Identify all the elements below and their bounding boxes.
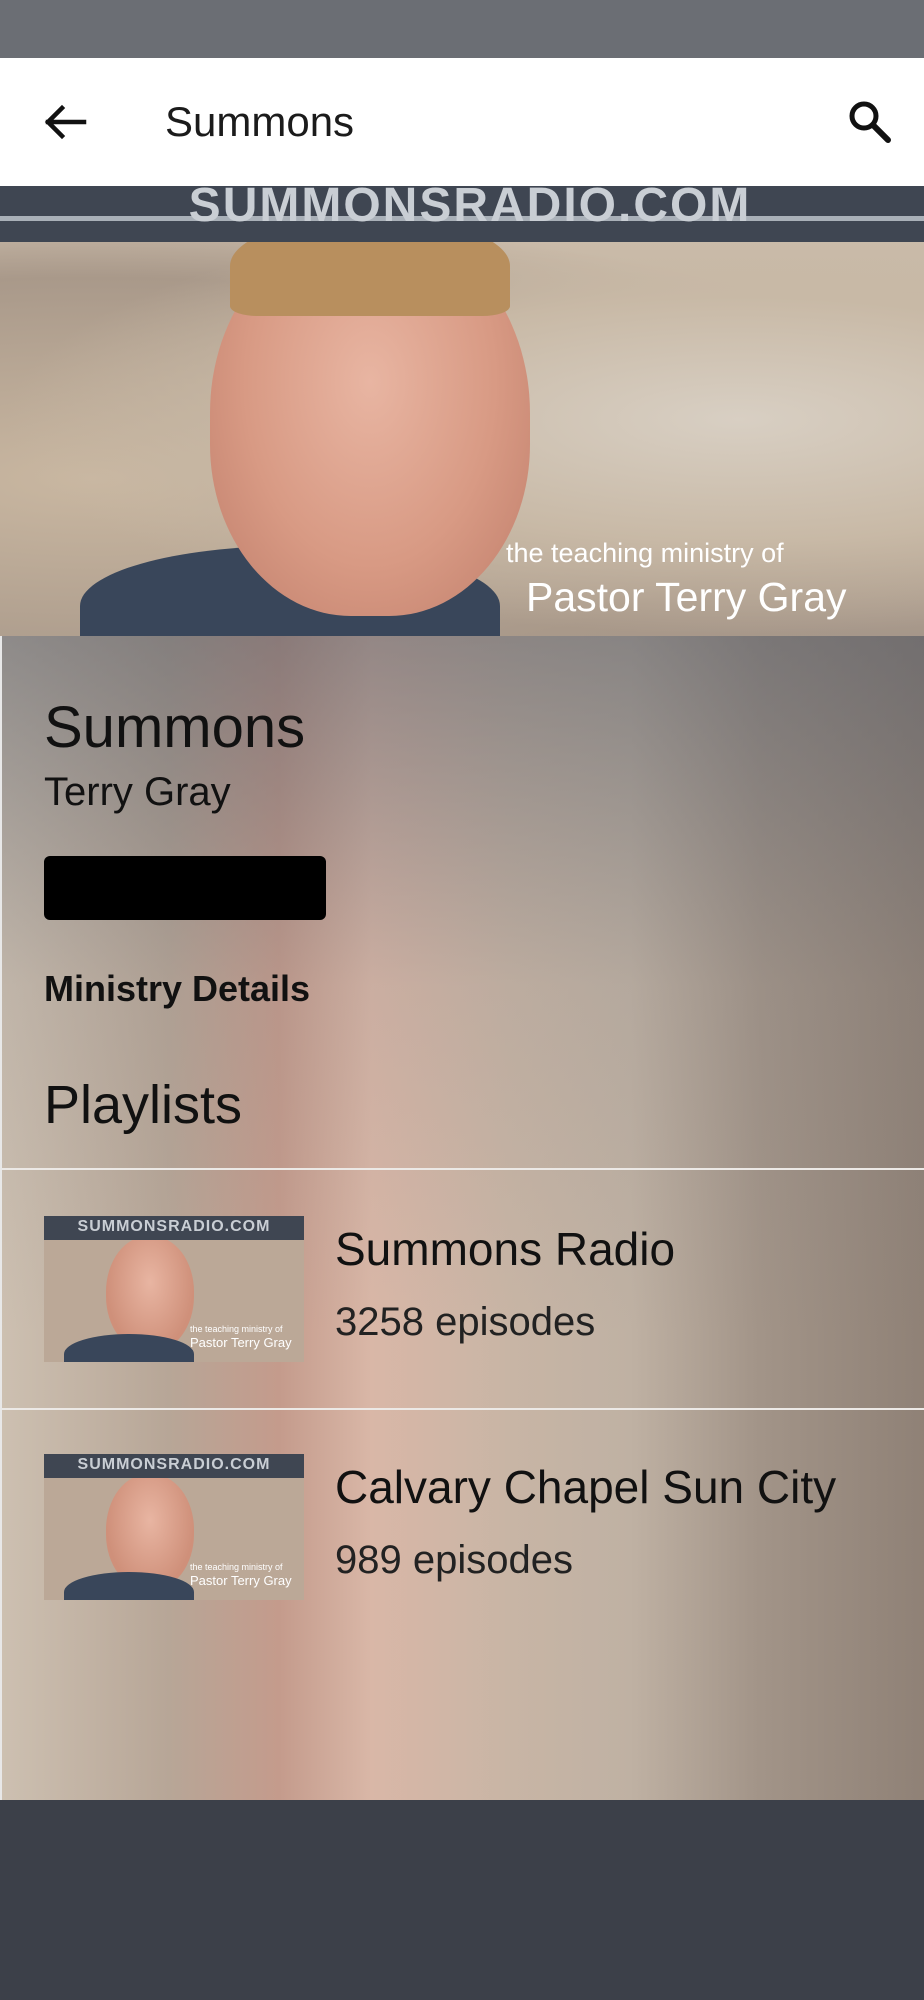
hero-banner-strip: SUMMONSRADIO.COM: [0, 186, 924, 242]
thumb-caption-small: the teaching ministry of: [190, 1324, 283, 1334]
thumb-banner-text: SUMMONSRADIO.COM: [77, 1218, 271, 1235]
back-button[interactable]: [40, 98, 90, 146]
thumb-banner-strip: SUMMONSRADIO.COM: [44, 1454, 304, 1478]
playlist-thumbnail: SUMMONSRADIO.COM the teaching ministry o…: [44, 1454, 304, 1600]
thumb-caption: the teaching ministry of Pastor Terry Gr…: [190, 1560, 292, 1588]
playlist-title: Summons Radio: [335, 1223, 676, 1275]
playlists-heading: Playlists: [44, 1075, 243, 1135]
app-bar: Summons: [0, 58, 924, 186]
thumb-banner-strip: SUMMONSRADIO.COM: [44, 1216, 304, 1240]
hero-banner: SUMMONSRADIO.COM the teaching ministry o…: [0, 186, 924, 636]
subscribe-button[interactable]: [44, 856, 326, 920]
podcast-title: Summons: [44, 695, 306, 760]
hero-caption-big: Pastor Terry Gray: [526, 574, 847, 620]
hero-caption-small: the teaching ministry of: [506, 538, 784, 568]
thumb-caption-small: the teaching ministry of: [190, 1562, 283, 1572]
podcast-author: Terry Gray: [44, 770, 231, 814]
playlist-thumbnail: SUMMONSRADIO.COM the teaching ministry o…: [44, 1216, 304, 1362]
playlist-episode-count: 3258 episodes: [335, 1300, 596, 1344]
podcast-details: Summons Terry Gray Ministry Details Play…: [0, 636, 924, 1802]
search-icon: [849, 101, 891, 143]
hero-banner-text: SUMMONSRADIO.COM: [188, 186, 752, 232]
app-title: Summons: [165, 98, 355, 145]
status-bar: [0, 0, 924, 58]
thumb-banner-text: SUMMONSRADIO.COM: [77, 1456, 271, 1473]
playlist-item[interactable]: SUMMONSRADIO.COM the teaching ministry o…: [2, 1170, 924, 1406]
arrow-left-icon: [44, 104, 87, 140]
thumb-caption-big: Pastor Terry Gray: [190, 1573, 292, 1588]
playlist-episode-count: 989 episodes: [335, 1538, 573, 1582]
thumb-caption: the teaching ministry of Pastor Terry Gr…: [190, 1322, 292, 1350]
search-button[interactable]: [846, 98, 894, 146]
playlist-title: Calvary Chapel Sun City: [335, 1461, 837, 1513]
playlist-item[interactable]: SUMMONSRADIO.COM the teaching ministry o…: [2, 1408, 924, 1644]
thumb-caption-big: Pastor Terry Gray: [190, 1335, 292, 1350]
ministry-details-link[interactable]: Ministry Details: [44, 968, 310, 1010]
bottom-empty-area: [0, 1800, 924, 2000]
